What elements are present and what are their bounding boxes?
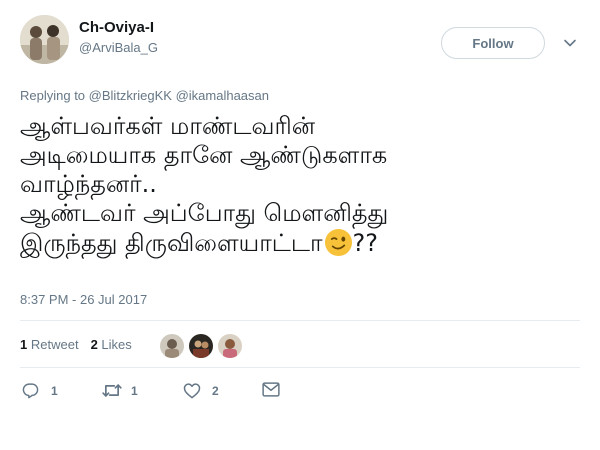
mention-link[interactable]: @BlitzkriegKK — [89, 88, 172, 103]
user-display-name[interactable]: Ch-Oviya-I — [79, 19, 154, 36]
liker-avatar[interactable] — [160, 334, 184, 358]
likes-stat[interactable]: 2 Likes — [91, 337, 132, 352]
reply-context: Replying to @BlitzkriegKK @ikamalhaasan — [20, 88, 269, 103]
winking-face-emoji-icon — [324, 228, 352, 257]
reply-icon — [22, 383, 39, 399]
tweet-timestamp[interactable]: 8:37 PM - 26 Jul 2017 — [20, 292, 147, 307]
liker-avatar[interactable] — [189, 334, 213, 358]
like-button[interactable]: 2 — [183, 382, 219, 399]
tweet-line: இருந்தது திருவிளையாட்டா — [20, 229, 323, 257]
liker-avatar[interactable] — [218, 334, 242, 358]
chevron-down-icon[interactable] — [563, 36, 577, 50]
like-count: 2 — [212, 383, 219, 398]
liker-avatars — [160, 334, 247, 358]
envelope-icon — [262, 382, 280, 397]
tweet-stats: 1 Retweet 2 Likes — [20, 337, 132, 352]
reply-context-prefix: Replying to — [20, 88, 86, 103]
mention-link[interactable]: @ikamalhaasan — [176, 88, 269, 103]
direct-message-button[interactable] — [262, 382, 280, 397]
profile-photo — [20, 15, 69, 64]
reply-count: 1 — [51, 383, 58, 398]
retweet-button[interactable]: 1 — [102, 382, 138, 399]
reply-button[interactable]: 1 — [22, 382, 58, 399]
tweet-text: ஆள்பவர்கள் மாண்டவரின் அடிமையாக தானே ஆண்ட… — [20, 112, 585, 258]
heart-icon — [183, 383, 201, 399]
retweet-count: 1 — [131, 383, 138, 398]
tweet-line-last: இருந்தது திருவிளையாட்டா ?? — [20, 228, 585, 258]
tweet-actions: 1 1 2 — [20, 382, 580, 402]
likes-count: 2 — [90, 337, 98, 352]
follow-button[interactable]: Follow — [441, 27, 545, 59]
user-avatar[interactable] — [20, 15, 69, 64]
retweets-count: 1 — [20, 337, 28, 352]
retweets-label: Retweet — [30, 337, 79, 352]
divider — [20, 320, 580, 321]
tweet-line: அடிமையாக தானே ஆண்டுகளாக — [20, 141, 388, 169]
tweet-line: வாழ்ந்தனர்.. — [20, 170, 157, 198]
tweet-line: ஆள்பவர்கள் மாண்டவரின் — [20, 112, 316, 140]
retweet-icon — [102, 384, 122, 397]
retweets-stat[interactable]: 1 Retweet — [20, 337, 79, 352]
likes-label: Likes — [101, 337, 132, 352]
tweet-line: ஆண்டவர் அப்போது மௌனித்து — [20, 199, 389, 227]
user-handle[interactable]: @ArviBala_G — [79, 40, 158, 55]
tweet-suffix: ?? — [352, 229, 378, 257]
divider — [20, 367, 580, 368]
